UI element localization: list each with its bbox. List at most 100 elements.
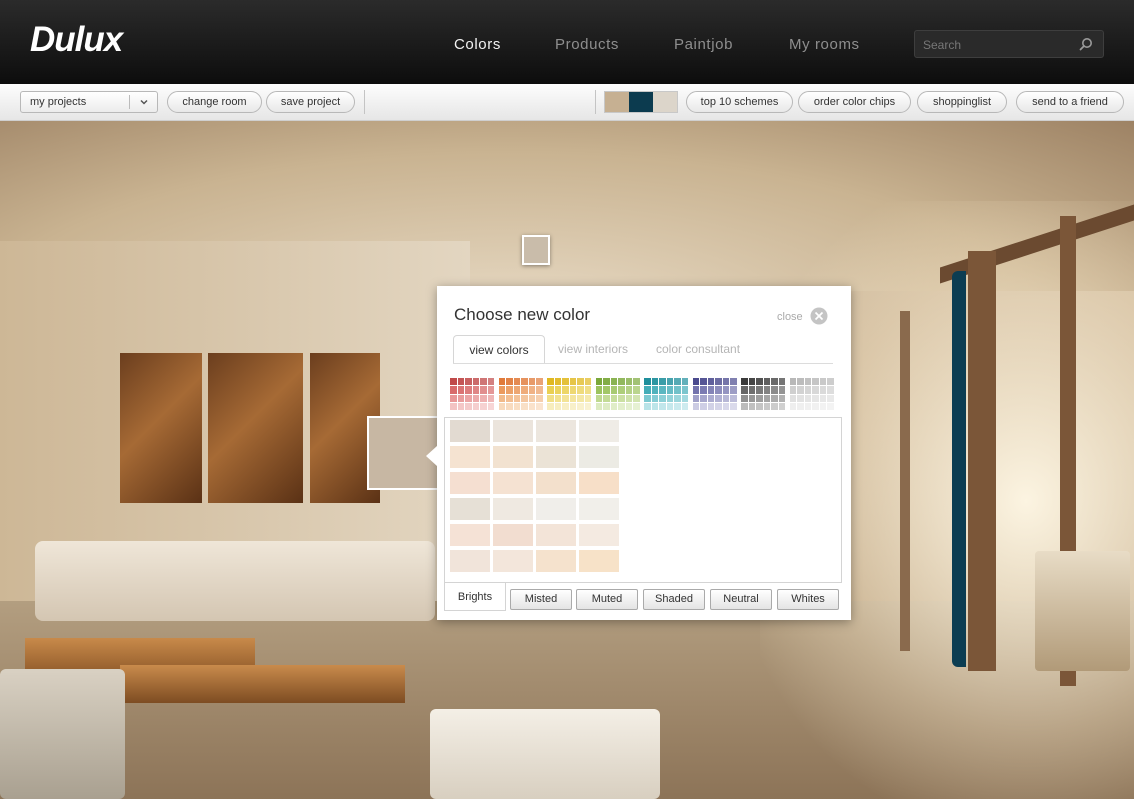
color-family-cell: [577, 386, 584, 394]
color-family-cell: [584, 378, 591, 386]
color-family-cell: [633, 394, 640, 402]
tab-view-colors[interactable]: view colors: [453, 335, 545, 363]
category-neutral[interactable]: Neutral: [710, 589, 772, 610]
color-swatch[interactable]: [536, 498, 576, 520]
color-family-swatch[interactable]: [450, 378, 494, 410]
wall-color-marker[interactable]: [522, 235, 550, 265]
search-input[interactable]: [921, 35, 1075, 55]
color-family-cell: [595, 386, 602, 394]
color-swatch[interactable]: [579, 498, 619, 520]
dulux-logo[interactable]: Dulux: [30, 20, 123, 60]
color-family-swatch[interactable]: [498, 378, 543, 410]
scheme-color-swatch[interactable]: [605, 92, 629, 112]
color-family-swatch[interactable]: [644, 378, 688, 410]
color-family-cell: [554, 378, 561, 386]
color-swatch[interactable]: [493, 472, 533, 494]
search-box: [914, 30, 1104, 58]
color-swatch[interactable]: [450, 498, 490, 520]
tab-view-interiors[interactable]: view interiors: [558, 335, 628, 363]
color-family-cell: [513, 402, 520, 410]
color-swatch[interactable]: [579, 420, 619, 442]
color-family-cell: [715, 386, 722, 394]
color-swatch[interactable]: [536, 524, 576, 546]
color-swatch[interactable]: [450, 524, 490, 546]
color-family-cell: [692, 394, 699, 402]
color-swatch[interactable]: [536, 420, 576, 442]
color-family-cell: [812, 378, 819, 386]
send-to-friend-button[interactable]: send to a friend: [1016, 91, 1124, 113]
nav-my-rooms[interactable]: My rooms: [789, 36, 860, 53]
color-family-cell: [603, 386, 610, 394]
color-swatch[interactable]: [493, 420, 533, 442]
change-room-button[interactable]: change room: [167, 91, 262, 113]
close-label[interactable]: close: [777, 311, 803, 323]
current-color-scheme[interactable]: [604, 91, 678, 113]
color-swatch[interactable]: [450, 472, 490, 494]
armchair: [0, 669, 125, 799]
color-swatch[interactable]: [450, 446, 490, 468]
color-swatch[interactable]: [536, 446, 576, 468]
color-swatch[interactable]: [493, 498, 533, 520]
color-family-cell: [487, 378, 494, 386]
close-icon[interactable]: [810, 307, 828, 325]
color-family-cell: [618, 402, 625, 410]
dialog-title: Choose new color: [454, 305, 591, 324]
color-family-cell: [547, 386, 554, 394]
category-misted[interactable]: Misted: [510, 589, 572, 610]
color-family-cell: [804, 402, 811, 410]
my-projects-dropdown[interactable]: my projects: [20, 91, 158, 113]
tab-color-consultant[interactable]: color consultant: [656, 335, 740, 363]
color-family-cell: [748, 402, 755, 410]
color-family-swatch[interactable]: [547, 378, 591, 410]
shoppinglist-button[interactable]: shoppinglist: [917, 91, 1007, 113]
color-swatch[interactable]: [493, 524, 533, 546]
scheme-color-swatch[interactable]: [653, 92, 677, 112]
color-swatch[interactable]: [450, 420, 490, 442]
color-family-cell: [521, 378, 528, 386]
nav-colors[interactable]: Colors: [454, 36, 501, 53]
nav-paintjob[interactable]: Paintjob: [674, 36, 733, 53]
color-family-cell: [797, 386, 804, 394]
color-family-cell: [498, 378, 505, 386]
color-family-cell: [618, 394, 625, 402]
color-swatch[interactable]: [536, 472, 576, 494]
color-family-swatch[interactable]: [741, 378, 785, 410]
color-swatch[interactable]: [579, 524, 619, 546]
color-family-cell: [681, 386, 688, 394]
color-family-swatch[interactable]: [595, 378, 640, 410]
category-brights[interactable]: Brights: [444, 583, 506, 611]
category-whites[interactable]: Whites: [777, 589, 839, 610]
top-10-schemes-button[interactable]: top 10 schemes: [686, 91, 793, 113]
color-swatch[interactable]: [579, 550, 619, 572]
color-family-cell: [748, 386, 755, 394]
nav-products[interactable]: Products: [555, 36, 619, 53]
color-family-cell: [681, 394, 688, 402]
category-muted[interactable]: Muted: [576, 589, 638, 610]
accent-wall-strip[interactable]: [952, 271, 966, 667]
color-swatch[interactable]: [493, 550, 533, 572]
color-family-cell: [771, 394, 778, 402]
color-family-cell: [789, 394, 796, 402]
color-family-cell: [763, 378, 770, 386]
save-project-button[interactable]: save project: [266, 91, 355, 113]
color-swatch[interactable]: [579, 472, 619, 494]
search-icon[interactable]: [1079, 37, 1093, 51]
color-family-cell: [584, 402, 591, 410]
color-family-cell: [692, 378, 699, 386]
color-swatch-panel: [444, 417, 842, 583]
color-swatch[interactable]: [493, 446, 533, 468]
color-family-swatch[interactable]: [789, 378, 834, 410]
color-swatch[interactable]: [450, 550, 490, 572]
color-family-swatch[interactable]: [692, 378, 737, 410]
color-family-cell: [457, 386, 464, 394]
color-swatch[interactable]: [536, 550, 576, 572]
color-family-cell: [610, 378, 617, 386]
color-swatch[interactable]: [579, 446, 619, 468]
ottoman: [430, 709, 660, 799]
scheme-color-swatch[interactable]: [629, 92, 653, 112]
color-family-cell: [827, 378, 834, 386]
category-shaded[interactable]: Shaded: [643, 589, 705, 610]
color-family-cell: [730, 386, 737, 394]
order-color-chips-button[interactable]: order color chips: [798, 91, 911, 113]
color-family-cell: [480, 378, 487, 386]
